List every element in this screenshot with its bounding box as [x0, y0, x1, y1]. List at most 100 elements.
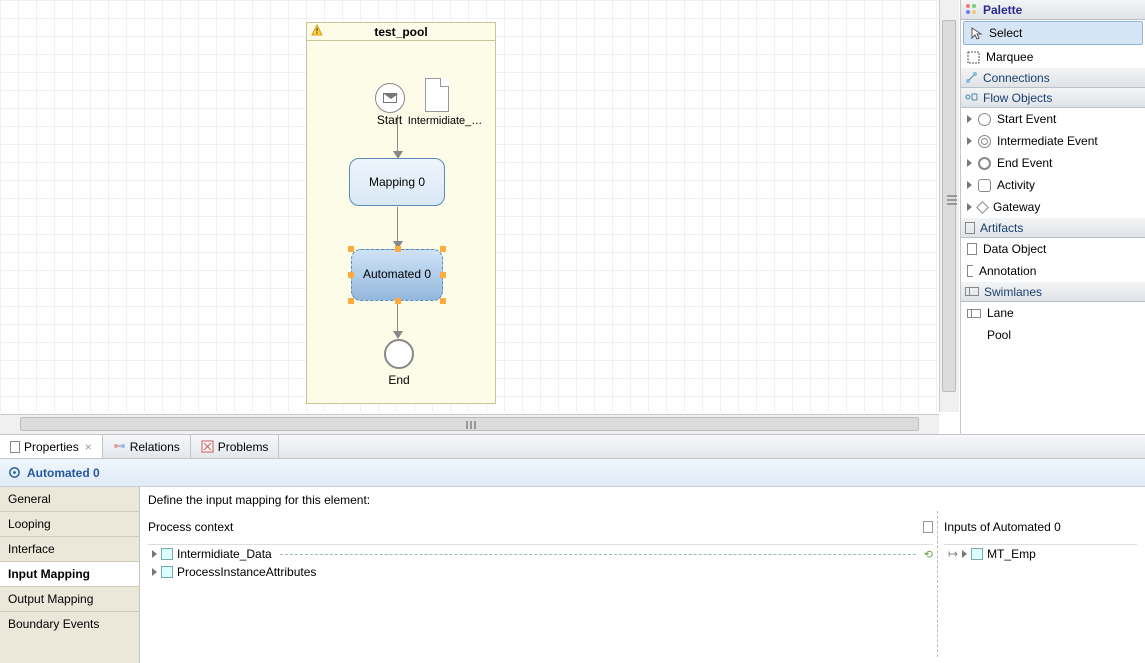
selection-handle[interactable] — [348, 272, 354, 278]
palette-item-start-event[interactable]: Start Event — [961, 108, 1145, 130]
link-arrow-icon: ↦ — [948, 547, 958, 561]
flow-objects-icon — [965, 91, 978, 104]
drawer-label: Swimlanes — [984, 285, 1042, 299]
expand-icon — [967, 159, 972, 167]
selection-handle[interactable] — [440, 272, 446, 278]
palette-item-annotation[interactable]: Annotation — [961, 260, 1145, 282]
palette-header[interactable]: Palette — [961, 0, 1145, 20]
selection-handle[interactable] — [348, 246, 354, 252]
tab-problems[interactable]: Problems — [191, 435, 280, 458]
canvas-vertical-scrollbar[interactable] — [939, 0, 959, 412]
editor-top-area: test_pool Start Intermidiate_… Mapping 0 — [0, 0, 1145, 434]
context-item-process-instance-attributes[interactable]: ProcessInstanceAttributes — [148, 563, 933, 581]
inputs-column: Inputs of Automated 0 ↦ MT_Emp — [938, 511, 1137, 657]
annotation-icon — [967, 265, 973, 277]
tree-label: ProcessInstanceAttributes — [177, 565, 316, 579]
close-icon[interactable]: × — [85, 440, 92, 454]
canvas-horizontal-scrollbar[interactable] — [0, 414, 939, 434]
context-action-icon[interactable] — [923, 521, 933, 533]
palette-item-gateway[interactable]: Gateway — [961, 196, 1145, 218]
activity-icon — [978, 179, 991, 192]
palette-item-label: Annotation — [979, 264, 1036, 278]
palette-item-end-event[interactable]: End Event — [961, 152, 1145, 174]
mapping-link-line[interactable] — [280, 554, 916, 555]
message-start-icon — [375, 83, 405, 113]
pool-title-label: test_pool — [374, 25, 427, 39]
tree-label: MT_Emp — [987, 547, 1036, 561]
prop-tab-looping[interactable]: Looping — [0, 512, 139, 537]
drawer-label: Artifacts — [980, 221, 1023, 235]
tree-label: Intermidiate_Data — [177, 547, 272, 561]
swimlanes-icon — [965, 287, 979, 296]
properties-panel: Properties × Relations Problems Automate… — [0, 434, 1145, 662]
prop-tab-output-mapping[interactable]: Output Mapping — [0, 587, 139, 612]
end-label: End — [369, 373, 429, 387]
palette-drawer-swimlanes[interactable]: Swimlanes — [961, 282, 1145, 302]
drawer-label: Connections — [983, 71, 1050, 85]
prop-tab-input-mapping[interactable]: Input Mapping — [0, 562, 139, 587]
expand-icon[interactable] — [152, 568, 157, 576]
input-item-mt-emp[interactable]: ↦ MT_Emp — [944, 545, 1137, 563]
marquee-icon — [967, 51, 980, 64]
expand-icon — [967, 181, 972, 189]
column-header: Process context — [148, 511, 933, 545]
properties-body: General Looping Interface Input Mapping … — [0, 487, 1145, 663]
properties-icon — [10, 441, 20, 453]
tab-properties[interactable]: Properties × — [0, 435, 103, 458]
palette-drawer-connections[interactable]: Connections — [961, 68, 1145, 88]
palette-item-label: Gateway — [993, 200, 1040, 214]
end-event-node[interactable] — [384, 339, 414, 369]
palette-icon — [965, 3, 978, 16]
intermediate-event-icon — [978, 135, 991, 148]
expand-icon[interactable] — [152, 550, 157, 558]
palette-item-label: Lane — [987, 306, 1014, 320]
prop-tab-boundary-events[interactable]: Boundary Events — [0, 612, 139, 636]
palette-item-data-object[interactable]: Data Object — [961, 238, 1145, 260]
arrow-head-icon — [393, 331, 403, 339]
context-item-intermidiate-data[interactable]: Intermidiate_Data ⟲ — [148, 545, 933, 563]
task-label: Automated 0 — [363, 267, 431, 283]
palette-tool-marquee[interactable]: Marquee — [961, 46, 1145, 68]
view-tab-bar: Properties × Relations Problems — [0, 435, 1145, 459]
structure-icon — [161, 566, 173, 578]
properties-tab-list: General Looping Interface Input Mapping … — [0, 487, 140, 663]
artifacts-icon — [965, 222, 975, 234]
palette-drawer-artifacts[interactable]: Artifacts — [961, 218, 1145, 238]
expand-icon[interactable] — [962, 550, 967, 558]
start-label: Start — [377, 113, 402, 127]
palette-item-label: Activity — [997, 178, 1035, 192]
process-context-column: Process context Intermidiate_Data ⟲ Proc… — [148, 511, 938, 657]
palette-drawer-flow-objects[interactable]: Flow Objects — [961, 88, 1145, 108]
automated-task-node[interactable]: Automated 0 — [351, 249, 443, 301]
pool-header[interactable]: test_pool — [307, 23, 495, 41]
link-end-icon: ⟲ — [924, 548, 933, 561]
prop-tab-general[interactable]: General — [0, 487, 139, 512]
palette-item-intermediate-event[interactable]: Intermediate Event — [961, 130, 1145, 152]
column-title: Inputs of Automated 0 — [944, 520, 1061, 534]
palette-item-label: Select — [989, 26, 1022, 40]
gateway-icon — [976, 201, 989, 214]
palette-item-activity[interactable]: Activity — [961, 174, 1145, 196]
column-header: Inputs of Automated 0 — [944, 511, 1137, 545]
mapping-task-node[interactable]: Mapping 0 — [349, 158, 445, 206]
data-object-node[interactable] — [425, 78, 449, 112]
end-event-icon — [978, 157, 991, 170]
palette-tool-select[interactable]: Select — [963, 21, 1143, 45]
selection-handle[interactable] — [395, 298, 401, 304]
selection-handle[interactable] — [348, 298, 354, 304]
diagram-canvas[interactable]: test_pool Start Intermidiate_… Mapping 0 — [0, 0, 939, 412]
prop-tab-interface[interactable]: Interface — [0, 537, 139, 562]
selection-handle[interactable] — [440, 298, 446, 304]
gear-icon — [8, 466, 21, 479]
pool-test-pool[interactable]: test_pool Start Intermidiate_… Mapping 0 — [306, 22, 496, 404]
start-event-icon — [978, 113, 991, 126]
warning-icon — [311, 24, 323, 36]
selection-handle[interactable] — [395, 246, 401, 252]
selection-handle[interactable] — [440, 246, 446, 252]
palette-item-pool[interactable]: Pool — [961, 324, 1145, 346]
palette-item-lane[interactable]: Lane — [961, 302, 1145, 324]
task-label: Mapping 0 — [369, 175, 425, 189]
data-object-label: Intermidiate_… — [405, 115, 485, 127]
tab-relations[interactable]: Relations — [103, 435, 191, 458]
input-mapping-content: Define the input mapping for this elemen… — [140, 487, 1145, 663]
